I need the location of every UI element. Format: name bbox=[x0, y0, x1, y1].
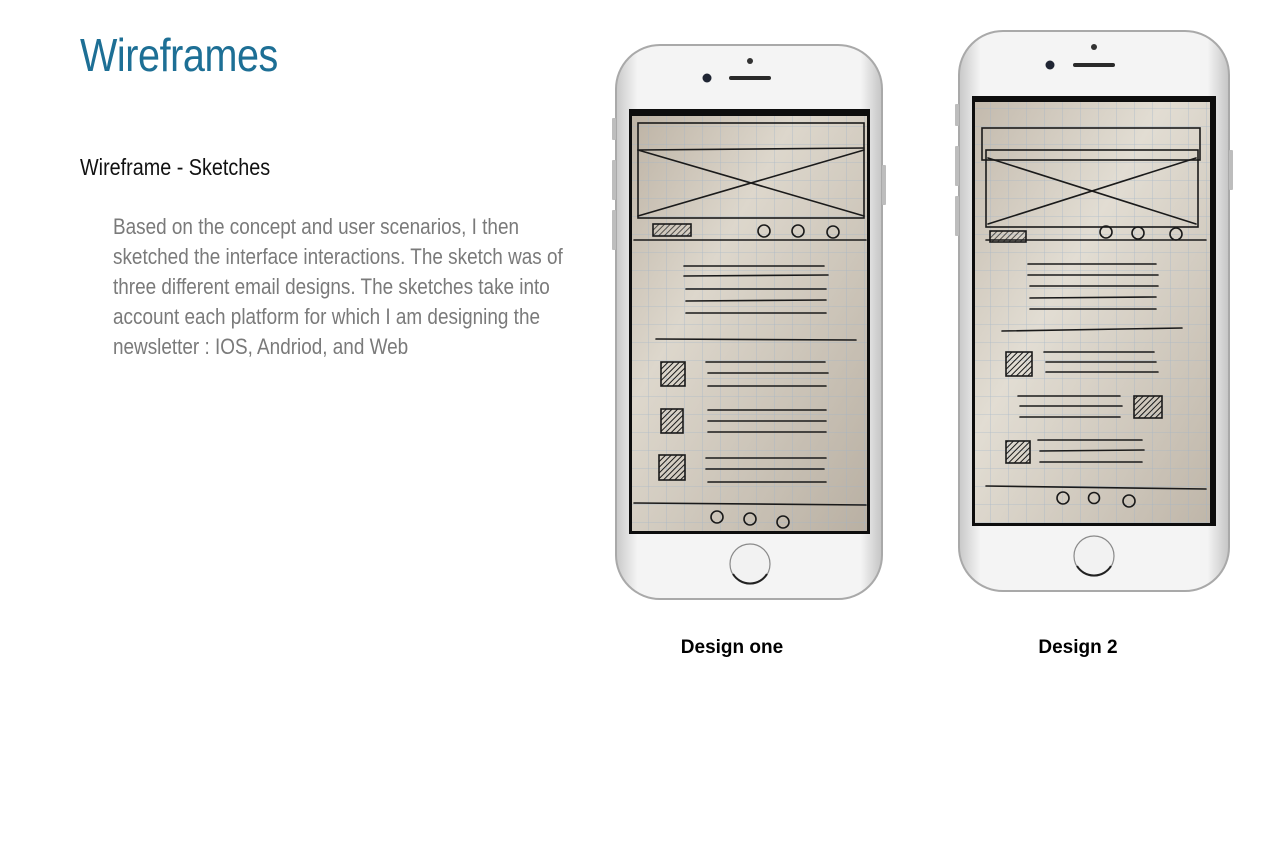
page-title: Wireframes bbox=[80, 29, 278, 81]
phone-design-one bbox=[612, 44, 886, 600]
design-two-caption: Design 2 bbox=[1038, 637, 1118, 658]
section-heading: Wireframe - Sketches bbox=[80, 154, 271, 180]
design-one-caption: Design one bbox=[680, 637, 784, 658]
section-description: Based on the concept and user scenarios,… bbox=[113, 214, 563, 359]
phone-mockups bbox=[612, 30, 1233, 600]
phone-design-two bbox=[955, 30, 1233, 592]
sketch-design-two bbox=[975, 102, 1210, 523]
sketch-design-one bbox=[632, 116, 867, 531]
